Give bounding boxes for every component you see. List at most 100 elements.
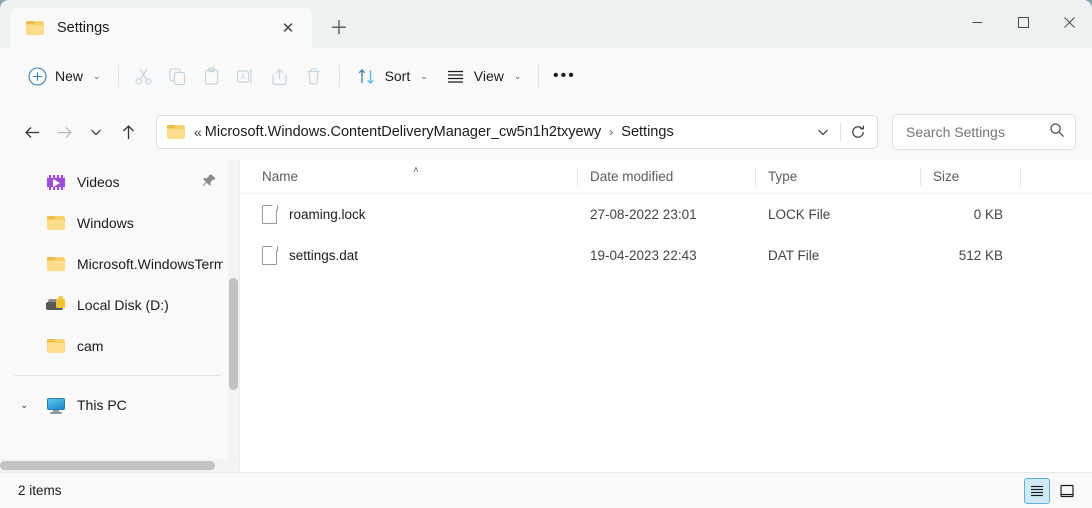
rename-button[interactable]: A (229, 59, 263, 93)
copy-icon (168, 66, 188, 86)
folder-icon (26, 20, 44, 36)
sidebar-item-local-disk-d[interactable]: Local Disk (D:) (6, 285, 231, 325)
sidebar-item-videos[interactable]: Videos (6, 162, 231, 202)
ellipsis-icon: ••• (553, 67, 576, 85)
column-header-type[interactable]: Type (756, 160, 921, 194)
close-tab-icon[interactable]: ✕ (274, 14, 302, 42)
sidebar-item-cam[interactable]: cam (6, 326, 231, 366)
details-view-button[interactable] (1024, 477, 1050, 504)
search-input[interactable] (906, 124, 1049, 140)
plus-circle-icon (27, 66, 47, 86)
rename-icon: A (236, 66, 256, 86)
file-type-cell: LOCK File (768, 207, 831, 222)
search-box[interactable] (892, 114, 1076, 150)
file-size-cell: 512 KB (958, 248, 1003, 263)
refresh-icon[interactable] (843, 117, 873, 147)
table-row[interactable]: settings.dat 19-04-2023 22:43 DAT File 5… (240, 235, 1092, 276)
sidebar-item-label: Microsoft.WindowsTermi (77, 256, 223, 272)
chevron-down-icon-this-pc[interactable]: ⌄ (20, 385, 28, 425)
file-name-label: roaming.lock (289, 207, 366, 222)
recent-locations-button[interactable] (80, 116, 112, 148)
address-bar: « Microsoft.Windows.ContentDeliveryManag… (0, 104, 1092, 160)
delete-button[interactable] (297, 59, 331, 93)
sidebar-item-label: cam (77, 338, 104, 354)
file-date-cell: 19-04-2023 22:43 (590, 248, 697, 263)
folder-icon (46, 254, 66, 274)
trash-icon (304, 66, 324, 86)
column-header-label: Date modified (590, 169, 674, 184)
sort-ascending-icon: ˄ (413, 165, 419, 176)
sidebar-item-this-pc[interactable]: ⌄ This PC (6, 385, 231, 425)
cut-button[interactable] (127, 59, 161, 93)
breadcrumb-segment-current[interactable]: Settings (618, 124, 676, 140)
share-icon (270, 66, 290, 86)
sidebar-item-microsoft-windowsterminal[interactable]: Microsoft.WindowsTermi (6, 244, 231, 284)
share-button[interactable] (263, 59, 297, 93)
more-options-button[interactable]: ••• (547, 59, 581, 93)
column-header-label: Size (933, 169, 960, 184)
maximize-button[interactable] (1000, 0, 1046, 44)
view-button[interactable]: View ⌄ (437, 59, 531, 93)
chevron-down-icon-view: ⌄ (513, 70, 522, 81)
breadcrumb-overflow-icon[interactable]: « (194, 124, 202, 140)
file-name-cell: settings.dat (250, 246, 578, 265)
copy-button[interactable] (161, 59, 195, 93)
sidebar-item-label: This PC (77, 397, 127, 413)
file-list-pane: Name Date modified Type Size ˄ roaming.l… (240, 160, 1092, 472)
this-pc-icon (46, 395, 66, 415)
navigation-list: Videos Windows Microsoft.WindowsTermi Lo… (0, 160, 239, 426)
file-explorer-window: Settings ✕ ＋ New ⌄ A Sort ⌄ View ⌄ ••• «… (0, 0, 1092, 508)
paste-button[interactable] (195, 59, 229, 93)
navigation-pane: Videos Windows Microsoft.WindowsTermi Lo… (0, 160, 240, 472)
pin-icon[interactable] (201, 173, 217, 189)
navigation-hscrollbar-track[interactable] (0, 459, 239, 472)
file-name-cell: roaming.lock (250, 205, 578, 224)
content-area: Videos Windows Microsoft.WindowsTermi Lo… (0, 160, 1092, 472)
column-header-size[interactable]: Size (921, 160, 1021, 194)
column-divider[interactable] (1020, 167, 1021, 186)
navigation-hscrollbar-thumb[interactable] (0, 461, 215, 470)
address-divider (840, 122, 841, 142)
minimize-button[interactable] (954, 0, 1000, 44)
column-header-label: Type (768, 169, 798, 184)
address-dropdown-icon[interactable] (808, 117, 838, 147)
locked-disk-icon (46, 295, 66, 315)
folder-icon (46, 213, 66, 233)
sidebar-item-label: Local Disk (D:) (77, 297, 169, 313)
new-button[interactable]: New ⌄ (18, 59, 110, 93)
search-icon[interactable] (1049, 122, 1065, 143)
sidebar-divider (14, 375, 221, 376)
back-button[interactable] (16, 116, 48, 148)
toolbar-divider-3 (538, 65, 540, 87)
breadcrumb-segment-parent[interactable]: Microsoft.Windows.ContentDeliveryManager… (202, 124, 605, 140)
toolbar-divider (117, 65, 119, 87)
up-button[interactable] (112, 116, 144, 148)
column-header-date-modified[interactable]: Date modified (578, 160, 756, 194)
large-icons-view-button[interactable] (1054, 478, 1080, 504)
folder-icon-breadcrumb (167, 124, 185, 140)
close-button[interactable] (1046, 0, 1092, 44)
column-headers: Name Date modified Type Size ˄ (240, 160, 1092, 194)
toolbar-divider-2 (338, 65, 340, 87)
scissors-icon (134, 66, 154, 86)
sidebar-item-label: Windows (77, 215, 134, 231)
file-size-cell: 0 KB (973, 207, 1003, 222)
new-button-label: New (55, 68, 84, 84)
breadcrumb[interactable]: « Microsoft.Windows.ContentDeliveryManag… (156, 115, 878, 149)
forward-button[interactable] (48, 116, 80, 148)
sidebar-item-windows[interactable]: Windows (6, 203, 231, 243)
view-button-label: View (473, 68, 504, 84)
breadcrumb-separator-icon: › (609, 125, 614, 139)
sort-button-label: Sort (384, 68, 411, 84)
title-bar: Settings ✕ ＋ (0, 0, 1092, 48)
window-controls (954, 0, 1092, 44)
item-count-label: 2 items (18, 483, 62, 498)
navigation-scrollbar-thumb[interactable] (229, 278, 238, 390)
table-row[interactable]: roaming.lock 27-08-2022 23:01 LOCK File … (240, 194, 1092, 235)
list-lines-icon (446, 66, 466, 86)
sort-button[interactable]: Sort ⌄ (348, 59, 437, 93)
command-toolbar: New ⌄ A Sort ⌄ View ⌄ ••• (0, 48, 1092, 104)
new-tab-icon[interactable]: ＋ (324, 13, 354, 43)
tab-settings[interactable]: Settings ✕ (10, 8, 312, 48)
navigation-scrollbar-track[interactable] (228, 160, 239, 458)
